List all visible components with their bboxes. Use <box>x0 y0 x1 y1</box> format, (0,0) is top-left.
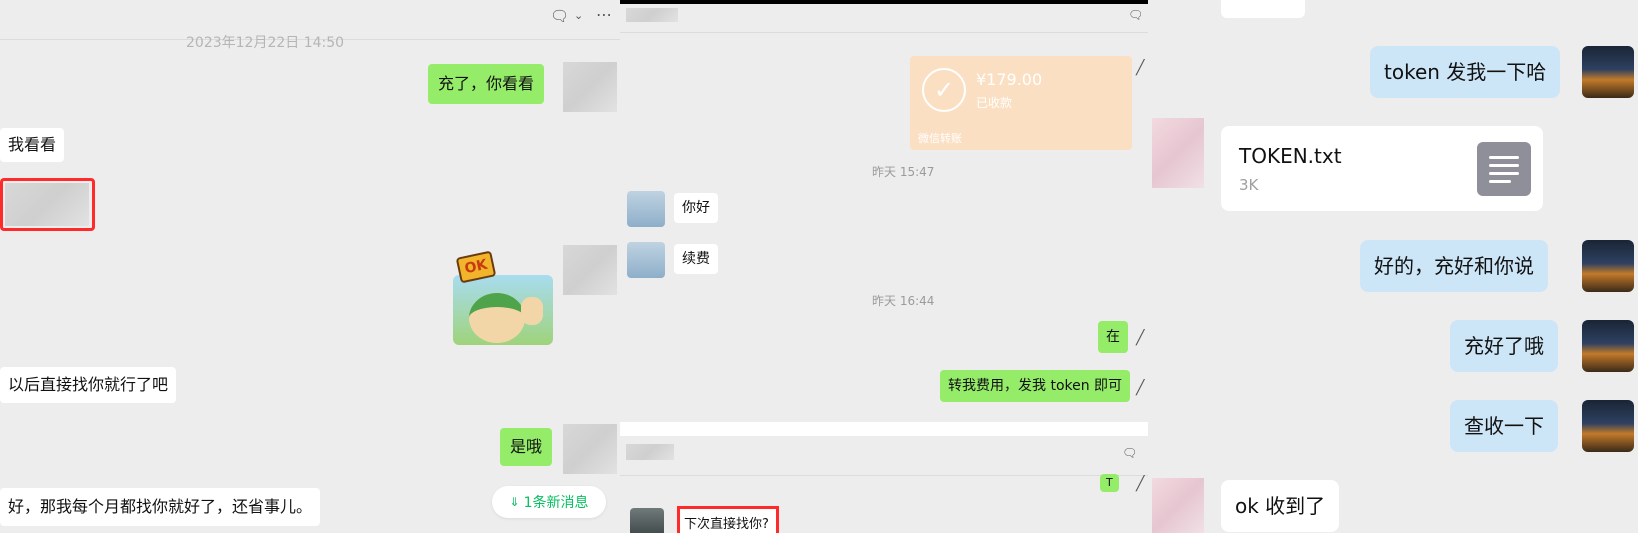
panel-divider <box>620 422 1148 436</box>
chat-panel-right: token 发我一下哈 TOKEN.txt 3K 好的，充好和你说 充好了哦 查… <box>1148 0 1638 533</box>
sticker-image[interactable] <box>453 275 553 345</box>
timestamp: 2023年12月22日 14:50 <box>186 35 345 51</box>
timestamp: 昨天 16:44 <box>872 294 935 308</box>
file-name: TOKEN.txt <box>1239 144 1342 168</box>
avatar[interactable] <box>563 245 617 295</box>
file-card[interactable]: TOKEN.txt 3K <box>1221 126 1543 211</box>
avatar-edge: ╱ <box>1136 380 1145 396</box>
message-bubble[interactable]: 以后直接找你就行了吧 <box>0 367 177 403</box>
chevron-down-icon[interactable]: ⌄ <box>574 9 583 22</box>
message-text[interactable]: 下次直接找你? <box>684 513 769 532</box>
message-bubble[interactable]: T <box>1100 474 1119 492</box>
avatar[interactable] <box>1582 320 1634 372</box>
avatar[interactable] <box>627 191 665 227</box>
message-bubble[interactable]: 续费 <box>674 244 718 274</box>
message-bubble[interactable]: 查收一下 <box>1450 400 1558 452</box>
check-circle-icon: ✓ <box>922 68 966 112</box>
avatar[interactable] <box>1582 46 1634 98</box>
avatar[interactable] <box>1152 118 1204 188</box>
message-bubble[interactable]: 充好了哦 <box>1450 320 1558 372</box>
double-chevron-down-icon: ⇓ <box>509 495 520 509</box>
top-bar <box>620 436 1148 476</box>
message-bubble[interactable]: ok 收到了 <box>1221 480 1340 532</box>
avatar-edge: ╱ <box>1136 60 1145 76</box>
ok-hand <box>521 297 543 325</box>
message-bubble[interactable]: 是哦 <box>500 428 553 466</box>
contact-name-blurred <box>626 8 678 22</box>
message-bubble[interactable]: 你好 <box>674 193 718 223</box>
avatar[interactable] <box>630 508 664 533</box>
avatar[interactable] <box>563 424 617 474</box>
message-bubble[interactable]: 充了，你看看 <box>428 64 545 104</box>
avatar-edge: ╱ <box>1136 330 1145 346</box>
character-head <box>469 293 525 343</box>
transfer-card[interactable]: ✓ ¥179.00 已收款 微信转账 <box>910 56 1132 150</box>
avatar[interactable] <box>563 62 617 112</box>
top-bar <box>620 0 1148 33</box>
chat-icon[interactable]: 🗨 <box>550 7 569 25</box>
message-bubble-partial <box>1221 0 1305 18</box>
message-bubble[interactable]: 在 <box>1098 321 1128 353</box>
avatar[interactable] <box>1582 240 1634 292</box>
chat-panel-left: 🗨 ⌄ ⋯ 2023年12月22日 14:50 充了，你看看 我看看 OK 以后… <box>0 0 620 533</box>
avatar[interactable] <box>1152 478 1204 533</box>
chat-icon[interactable]: 🗨 <box>1122 446 1137 460</box>
avatar-edge: ╱ <box>1136 476 1145 492</box>
transfer-amount: ¥179.00 <box>976 70 1043 89</box>
contact-name-blurred <box>626 444 674 460</box>
file-size: 3K <box>1239 176 1259 194</box>
message-bubble[interactable]: token 发我一下哈 <box>1370 46 1561 98</box>
chat-icon[interactable]: 🗨 <box>1128 8 1143 22</box>
timestamp: 昨天 15:47 <box>872 165 935 179</box>
message-bubble[interactable]: 好的，充好和你说 <box>1360 240 1548 292</box>
transfer-label: 微信转账 <box>918 132 962 145</box>
avatar[interactable] <box>627 242 665 278</box>
transfer-status: 已收款 <box>976 96 1013 110</box>
chat-panel-middle: 🗨 ✓ ¥179.00 已收款 微信转账 ╱ 昨天 15:47 你好 续费 昨天… <box>620 0 1148 533</box>
avatar[interactable] <box>1582 400 1634 452</box>
message-bubble[interactable]: 好，那我每个月都找你就好了，还省事儿。 <box>0 488 321 526</box>
new-message-badge[interactable]: ⇓ 1条新消息 <box>492 486 606 518</box>
document-icon <box>1477 142 1531 196</box>
image-thumbnail[interactable] <box>5 183 89 226</box>
more-icon[interactable]: ⋯ <box>596 5 613 24</box>
new-message-label: 1条新消息 <box>523 495 589 511</box>
message-bubble[interactable]: 我看看 <box>0 128 65 162</box>
highlight-box <box>0 178 95 231</box>
message-bubble[interactable]: 转我费用，发我 token 即可 <box>940 370 1131 402</box>
highlight-box: 下次直接找你? <box>677 506 779 533</box>
